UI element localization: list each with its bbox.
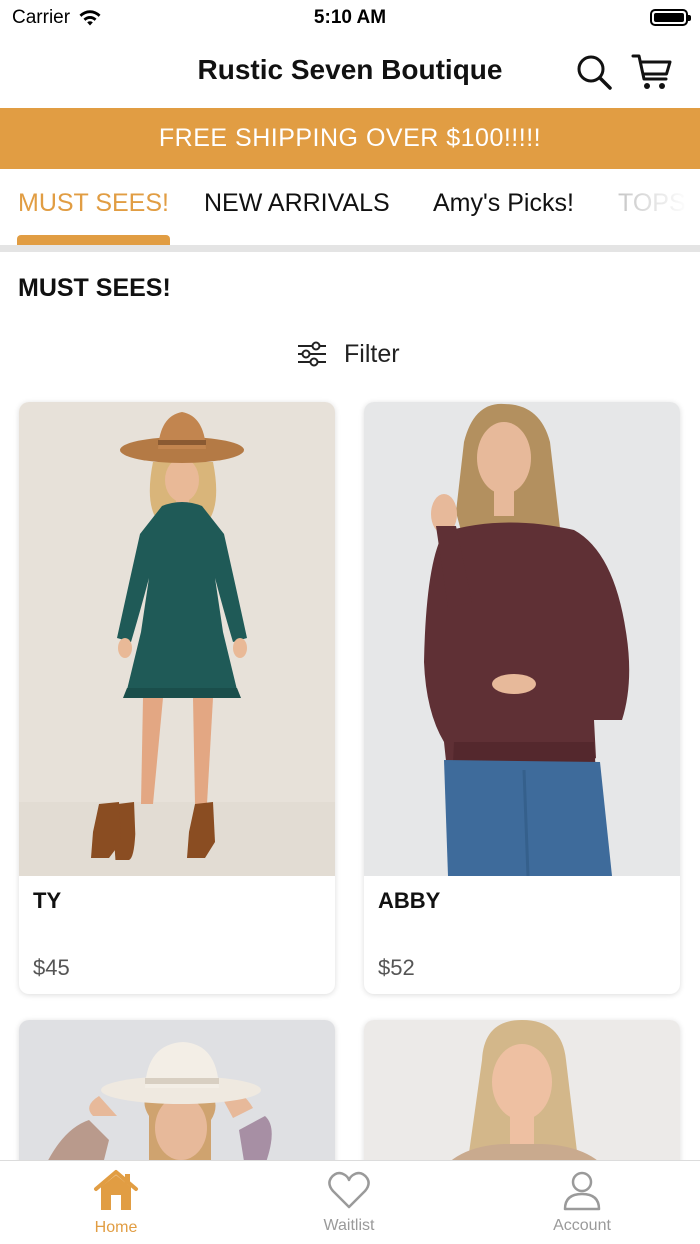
status-bar: Carrier 5:10 AM — [0, 0, 700, 36]
heart-icon — [328, 1171, 370, 1209]
status-time: 5:10 AM — [313, 7, 387, 28]
product-image — [19, 1020, 335, 1180]
product-image — [19, 402, 335, 876]
cart-button[interactable] — [630, 50, 674, 94]
filter-button[interactable]: Filter — [296, 336, 400, 372]
promo-banner: FREE SHIPPING OVER $100!!!!! — [0, 108, 700, 169]
tab-must-sees[interactable]: MUST SEES! — [18, 189, 169, 218]
section-title: MUST SEES! — [18, 274, 171, 302]
tabs-divider — [0, 245, 700, 252]
promo-text: FREE SHIPPING OVER $100!!!!! — [158, 124, 542, 152]
search-icon — [577, 55, 612, 90]
app-header: Rustic Seven Boutique — [0, 36, 700, 108]
cart-icon — [631, 54, 672, 89]
home-icon — [94, 1170, 138, 1210]
product-name: TY — [33, 888, 62, 913]
sliders-icon — [298, 341, 326, 367]
active-tab-indicator — [17, 235, 170, 245]
product-card[interactable]: TY $45 — [19, 402, 335, 994]
search-button[interactable] — [572, 50, 616, 94]
product-price: $45 — [33, 955, 70, 980]
product-image — [364, 402, 680, 876]
user-icon — [563, 1171, 601, 1211]
bottom-tab-bar: Home Waitlist Account — [0, 1160, 700, 1244]
tab-new-arrivals[interactable]: NEW ARRIVALS — [204, 189, 390, 218]
product-card[interactable] — [19, 1020, 335, 1180]
category-tabs: MUST SEES! NEW ARRIVALS Amy's Picks! TOP… — [0, 169, 700, 252]
tabbar-account[interactable]: Account — [502, 1169, 662, 1244]
tabbar-account-label: Account — [553, 1217, 611, 1234]
tab-amys-picks[interactable]: Amy's Picks! — [433, 189, 574, 218]
product-price: $52 — [378, 955, 415, 980]
product-name: ABBY — [378, 888, 441, 913]
product-card[interactable]: ABBY $52 — [364, 402, 680, 994]
tab-tops[interactable]: TOPS — [618, 189, 686, 218]
product-image — [364, 1020, 680, 1180]
tabbar-waitlist-label: Waitlist — [323, 1217, 375, 1234]
product-card[interactable] — [364, 1020, 680, 1180]
filter-label: Filter — [344, 339, 400, 368]
tabbar-home[interactable]: Home — [36, 1169, 196, 1244]
tabbar-waitlist[interactable]: Waitlist — [269, 1169, 429, 1244]
battery-icon — [650, 9, 691, 26]
tabbar-home-label: Home — [94, 1219, 138, 1236]
